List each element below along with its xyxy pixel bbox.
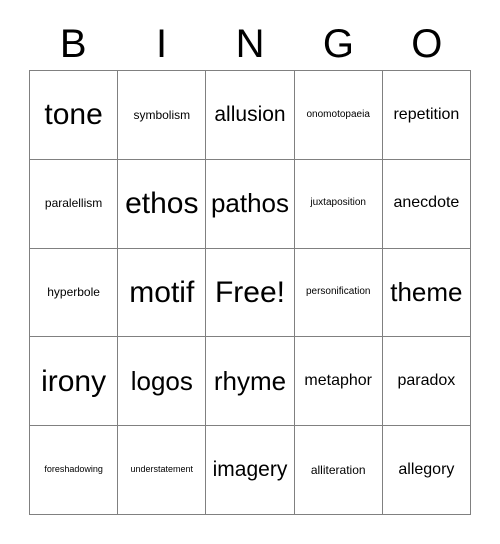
bingo-cell[interactable]: symbolism bbox=[118, 71, 207, 160]
bingo-cell[interactable]: theme bbox=[382, 248, 471, 338]
header-letter-n: N bbox=[235, 22, 265, 66]
bingo-cell-label: allegory bbox=[398, 460, 455, 478]
bingo-cell[interactable]: understatement bbox=[118, 426, 207, 515]
bingo-cell-label: rhyme bbox=[213, 365, 287, 396]
bingo-cell-label: theme bbox=[390, 276, 463, 307]
bingo-cell-label: foreshadowing bbox=[44, 464, 103, 475]
header-letter-o: O bbox=[411, 22, 443, 66]
bingo-cell-label: metaphor bbox=[304, 371, 372, 389]
bingo-header-row: B I N G O bbox=[29, 18, 471, 70]
bingo-cell-label: pathos bbox=[210, 188, 290, 219]
bingo-cell[interactable]: paradox bbox=[382, 337, 471, 427]
bingo-cell[interactable]: onomotopaeia bbox=[294, 71, 383, 160]
bingo-cell[interactable]: logos bbox=[118, 337, 207, 427]
bingo-cell-label: alliteration bbox=[310, 462, 366, 477]
bingo-cell-label: personification bbox=[305, 286, 371, 298]
bingo-cell-label: imagery bbox=[212, 458, 288, 482]
bingo-cell-label: motif bbox=[129, 275, 195, 309]
bingo-cell[interactable]: ethos bbox=[118, 159, 207, 249]
bingo-cell-label: symbolism bbox=[133, 107, 191, 122]
bingo-cell[interactable]: allegory bbox=[382, 426, 471, 515]
bingo-cell[interactable]: repetition bbox=[382, 71, 471, 160]
header-letter-i: I bbox=[156, 22, 168, 66]
bingo-cell[interactable]: personification bbox=[294, 248, 383, 338]
bingo-cell[interactable]: pathos bbox=[206, 159, 295, 249]
bingo-cell-label: allusion bbox=[214, 102, 286, 126]
header-letter-b: B bbox=[59, 22, 87, 66]
bingo-cell-label: irony bbox=[41, 364, 107, 398]
bingo-cell[interactable]: juxtaposition bbox=[294, 159, 383, 249]
bingo-cell[interactable]: paralellism bbox=[30, 159, 119, 249]
bingo-cell[interactable]: motif bbox=[118, 248, 207, 338]
bingo-grid: tone symbolism allusion onomotopaeia repetit… bbox=[29, 70, 471, 515]
header-letter-g: G bbox=[322, 22, 354, 66]
bingo-cell[interactable]: metaphor bbox=[294, 337, 383, 427]
bingo-cell-label: paradox bbox=[397, 371, 456, 389]
bingo-cell[interactable]: rhyme bbox=[206, 337, 295, 427]
bingo-cell[interactable]: alliteration bbox=[294, 426, 383, 515]
bingo-cell-label: onomotopaeia bbox=[306, 108, 370, 120]
bingo-cell[interactable]: allusion bbox=[206, 71, 295, 160]
bingo-cell-label: paralellism bbox=[44, 196, 103, 211]
bingo-cell[interactable]: tone bbox=[30, 71, 119, 160]
bingo-cell-label: logos bbox=[130, 365, 193, 396]
bingo-cell[interactable]: hyperbole bbox=[30, 248, 119, 338]
bingo-cell[interactable]: imagery bbox=[206, 426, 295, 515]
bingo-cell-free[interactable]: Free! bbox=[206, 248, 295, 338]
bingo-cell[interactable]: irony bbox=[30, 337, 119, 427]
bingo-card: B I N G O tone symbolism allusion onomotopa… bbox=[0, 0, 500, 544]
bingo-cell-label: anecdote bbox=[393, 194, 460, 212]
bingo-cell-label: tone bbox=[44, 98, 103, 132]
bingo-cell-label: repetition bbox=[393, 105, 460, 123]
bingo-cell-label: understatement bbox=[130, 464, 194, 475]
bingo-cell[interactable]: foreshadowing bbox=[30, 426, 119, 515]
bingo-cell[interactable]: anecdote bbox=[382, 159, 471, 249]
bingo-cell-label: hyperbole bbox=[47, 285, 100, 300]
bingo-cell-label: juxtaposition bbox=[310, 197, 366, 209]
bingo-cell-label: Free! bbox=[214, 275, 285, 309]
bingo-cell-label: ethos bbox=[125, 186, 199, 220]
